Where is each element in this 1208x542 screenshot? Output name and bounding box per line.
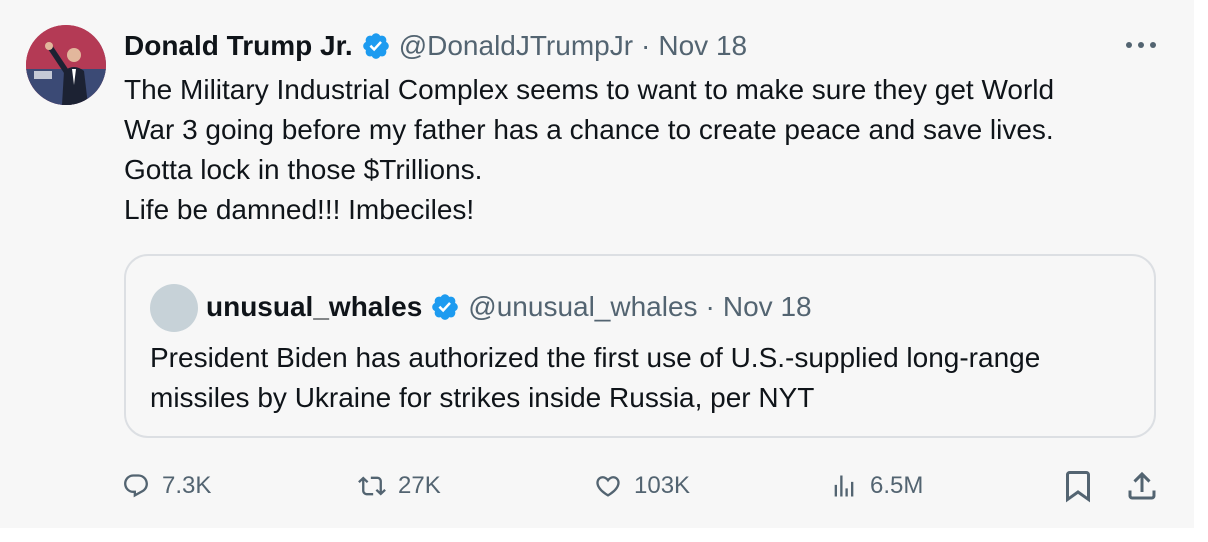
more-icon[interactable] — [1124, 40, 1158, 50]
repost-count: 27K — [398, 472, 441, 499]
like-button[interactable]: 103K — [594, 466, 690, 506]
author-handle[interactable]: @DonaldJTrumpJr — [399, 30, 633, 62]
views-count: 6.5M — [870, 472, 924, 499]
heart-icon — [596, 476, 620, 497]
quoted-text-line: missiles by Ukraine for strikes inside R… — [150, 382, 815, 413]
quoted-author-handle[interactable]: @unusual_whales — [468, 291, 697, 323]
tweet-text-line: Life be damned!!! Imbeciles! — [124, 194, 475, 225]
tweet-text-line: War 3 going before my father has a chanc… — [124, 114, 1054, 145]
author-avatar[interactable] — [26, 25, 106, 105]
repost-icon — [358, 476, 386, 496]
quoted-tweet-header: unusual_whales @unusual_whales · Nov 18 — [206, 288, 812, 326]
tweet-text-line: The Military Industrial Complex seems to… — [124, 74, 1055, 105]
verified-badge-icon — [362, 33, 389, 59]
page-edge-right — [1194, 0, 1208, 542]
action-bar: 7.3K 27K 103K 6.5M — [0, 466, 1194, 506]
repost-button[interactable]: 27K — [358, 466, 441, 506]
quoted-author-avatar[interactable] — [150, 284, 198, 332]
quoted-tweet[interactable]: unusual_whales @unusual_whales · Nov 18 … — [124, 254, 1156, 438]
quoted-text-line: President Biden has authorized the first… — [150, 342, 1041, 373]
quoted-header-separator: · — [705, 291, 715, 322]
reply-icon — [124, 474, 148, 498]
quoted-tweet-text: President Biden has authorized the first… — [150, 338, 1040, 418]
views-icon — [834, 475, 854, 497]
tweet-date[interactable]: Nov 18 — [658, 30, 747, 62]
like-count: 103K — [634, 472, 691, 499]
tweet-text: The Military Industrial Complex seems to… — [124, 70, 1169, 230]
quoted-author-name[interactable]: unusual_whales — [206, 291, 422, 323]
reply-button[interactable]: 7.3K — [122, 466, 211, 506]
author-photo — [26, 25, 106, 105]
quoted-tweet-date[interactable]: Nov 18 — [723, 291, 812, 323]
tweet-text-line: Gotta lock in those $Trillions. — [124, 154, 483, 185]
page-edge-bottom — [0, 528, 1208, 542]
header-separator: · — [641, 30, 651, 61]
reply-count: 7.3K — [162, 472, 212, 499]
share-icon[interactable] — [1124, 468, 1160, 504]
views-button[interactable]: 6.5M — [830, 466, 923, 506]
tweet-header: Donald Trump Jr. @DonaldJTrumpJr · Nov 1… — [124, 28, 747, 64]
bookmark-icon[interactable] — [1060, 468, 1096, 504]
verified-badge-icon — [432, 294, 459, 320]
author-name[interactable]: Donald Trump Jr. — [124, 30, 353, 62]
tweet-card[interactable]: Donald Trump Jr. @DonaldJTrumpJr · Nov 1… — [0, 0, 1194, 528]
